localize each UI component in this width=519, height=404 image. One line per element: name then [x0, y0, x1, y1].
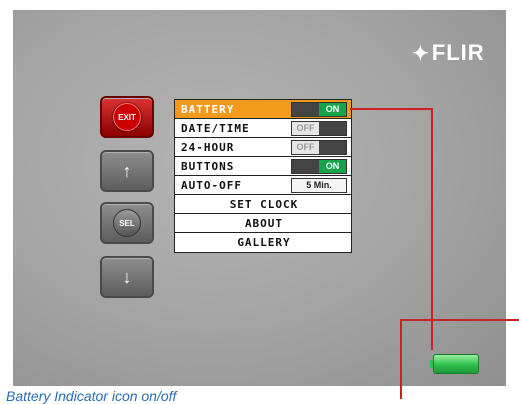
callout-lines: [350, 108, 519, 399]
callout-line-battery: [350, 108, 433, 350]
callout-line-caption: [400, 319, 519, 399]
caption-text: Battery Indicator icon on/off: [6, 388, 177, 404]
